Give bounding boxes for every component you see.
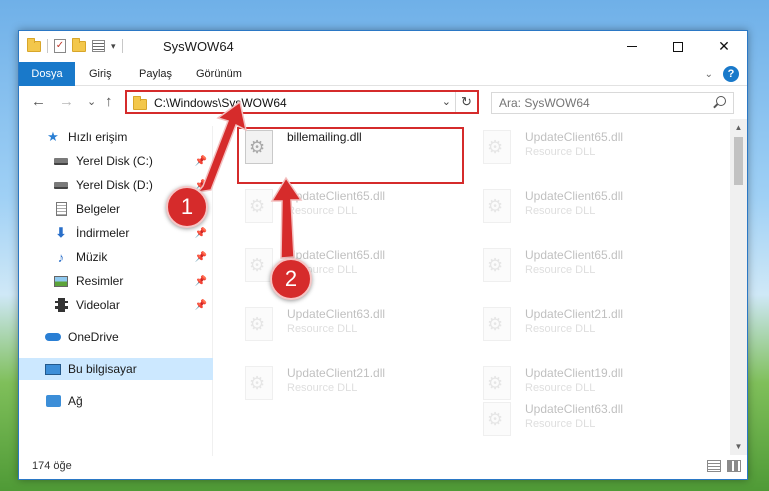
arrow-1 xyxy=(196,100,248,194)
step-1-badge: 1 xyxy=(166,186,208,228)
annotation-arrows xyxy=(196,100,303,259)
step-2-badge: 2 xyxy=(270,258,312,300)
arrow-2 xyxy=(270,176,303,259)
